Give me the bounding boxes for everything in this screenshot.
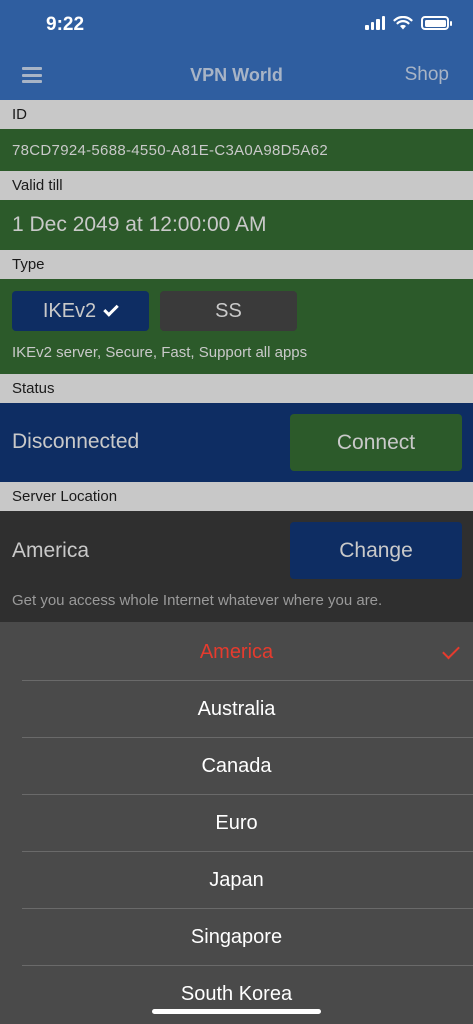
id-label: ID	[0, 100, 473, 129]
connect-button-label: Connect	[336, 430, 416, 454]
app-title: VPN World	[190, 65, 283, 85]
change-button[interactable]: Change	[290, 522, 462, 579]
picker-item-label: South Korea	[180, 983, 293, 1005]
picker-item-japan[interactable]: Japan	[22, 852, 473, 909]
connect-button[interactable]: Connect	[290, 414, 462, 471]
picker-item-canada[interactable]: Canada	[22, 738, 473, 795]
picker-item-euro[interactable]: Euro	[22, 795, 473, 852]
navigation-bar: VPN World Shop	[0, 52, 473, 100]
ikev2-button-label: IKEv2	[42, 299, 97, 322]
picker-item-south-korea[interactable]: South Korea	[22, 966, 473, 1023]
picker-item-america[interactable]: America	[22, 624, 473, 681]
status-panel: Disconnected Connect	[0, 403, 473, 482]
picker-item-label: Singapore	[190, 925, 283, 948]
type-label: Type	[0, 250, 473, 279]
location-description: Get you access whole Internet whatever w…	[12, 592, 383, 609]
valid-till-value: 1 Dec 2049 at 12:00:00 AM	[0, 200, 473, 250]
picker-item-label: Canada	[201, 754, 272, 777]
type-description: IKEv2 server, Secure, Fast, Support all …	[12, 344, 308, 361]
connection-status: Disconnected	[12, 430, 140, 453]
picker-item-label: Japan	[209, 868, 264, 891]
checkmark-icon	[103, 301, 119, 317]
picker-item-australia[interactable]: Australia	[22, 681, 473, 738]
wifi-icon	[393, 16, 413, 30]
valid-till-label: Valid till	[0, 171, 473, 200]
server-location-value: America	[12, 539, 90, 562]
change-button-label: Change	[339, 538, 413, 562]
ss-button-label: SS	[215, 299, 242, 322]
server-location-label: Server Location	[0, 482, 473, 511]
location-panel: America Change Get you access whole Inte…	[0, 511, 473, 622]
picker-item-singapore[interactable]: Singapore	[22, 909, 473, 966]
type-panel: IKEv2 SS IKEv2 server, Secure, Fast, Sup…	[0, 279, 473, 374]
selected-checkmark-icon	[442, 641, 460, 660]
status-bar: 9:22	[0, 0, 473, 52]
picker-item-label: Euro	[215, 811, 258, 834]
status-icons	[365, 16, 452, 30]
shop-button[interactable]: Shop	[405, 64, 449, 86]
status-time: 9:22	[46, 14, 85, 35]
battery-icon	[421, 16, 452, 30]
status-label: Status	[0, 374, 473, 403]
cellular-signal-icon	[365, 16, 385, 30]
id-value: 78CD7924-5688-4550-A81E-C3A0A98D5A62	[0, 129, 473, 171]
home-indicator[interactable]	[152, 1009, 321, 1014]
ss-button[interactable]: SS	[160, 291, 297, 331]
picker-item-label: America	[199, 640, 274, 663]
picker-item-label: Australia	[197, 697, 276, 720]
location-picker: America Australia Canada Euro Japan Sing…	[0, 622, 473, 1024]
ikev2-button[interactable]: IKEv2	[12, 291, 149, 331]
